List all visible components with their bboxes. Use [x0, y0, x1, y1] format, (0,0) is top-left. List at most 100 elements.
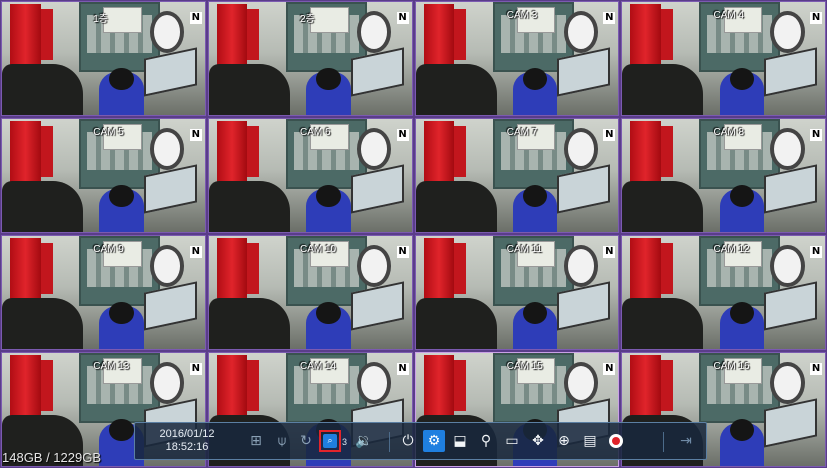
channel-count: 3: [342, 437, 348, 447]
logout-icon[interactable]: ⇥: [675, 430, 697, 452]
red-jacket: [630, 355, 661, 421]
n-badge: N: [810, 363, 822, 375]
red-jacket: [423, 121, 455, 187]
n-badge: N: [396, 246, 409, 258]
chair: [208, 181, 290, 232]
person-head: [729, 418, 755, 442]
record-icon: [609, 434, 623, 448]
wall-ring: [770, 11, 805, 53]
n-badge: N: [603, 129, 616, 141]
camera-tile[interactable]: CAM 4 N: [621, 1, 826, 116]
poster: [310, 6, 349, 34]
date-text: 2016/01/12: [159, 428, 215, 440]
chair: [208, 64, 290, 115]
red-jacket: [247, 8, 260, 60]
red-jacket: [216, 355, 248, 421]
red-jacket: [423, 355, 455, 421]
chair: [622, 64, 704, 115]
monitor-icon[interactable]: ▭: [501, 430, 523, 452]
network-icon[interactable]: ⊞: [245, 430, 267, 452]
person-head: [109, 67, 134, 91]
red-jacket: [10, 238, 41, 304]
person-head: [316, 67, 341, 91]
n-badge: N: [189, 246, 202, 258]
camera-tile[interactable]: 2층 N: [207, 1, 413, 116]
camera-grid: 1층 N 2층 N CAM 3 N CAM 4 N CAM 5 N CAM 6 N CAM 7 N CAM …: [0, 0, 827, 468]
red-jacket: [40, 242, 53, 294]
record-button[interactable]: [605, 430, 627, 452]
n-badge: N: [810, 12, 822, 24]
camera-label: CAM 16: [713, 361, 750, 372]
red-jacket: [454, 8, 467, 60]
n-badge: N: [189, 363, 202, 375]
search-channel-button[interactable]: ⌕: [319, 430, 341, 452]
camera-label: CAM 9: [93, 244, 124, 255]
wall-ring: [563, 362, 598, 404]
red-jacket: [630, 4, 661, 70]
date-time: 2016/01/12 18:52:16: [147, 428, 227, 454]
log-icon[interactable]: ▤: [579, 430, 601, 452]
red-jacket: [247, 359, 260, 411]
camera-label: CAM 8: [713, 127, 745, 138]
wall-ring: [770, 245, 805, 287]
n-badge: N: [810, 129, 822, 141]
gear-icon[interactable]: ⚙: [423, 430, 445, 452]
wall-ring: [563, 11, 598, 53]
zoom-icon[interactable]: ⊕: [553, 430, 575, 452]
red-jacket: [660, 125, 673, 177]
red-jacket: [247, 125, 260, 177]
backup-icon[interactable]: ⬓: [449, 430, 471, 452]
camera-label: CAM 11: [506, 244, 543, 255]
chair: [415, 181, 497, 232]
camera-label: 1층: [93, 14, 108, 25]
chair: [208, 298, 290, 349]
camera-tile[interactable]: CAM 10 N: [207, 235, 413, 350]
camera-tile[interactable]: CAM 11 N: [414, 235, 620, 350]
camera-tile[interactable]: CAM 8 N: [621, 118, 826, 233]
red-jacket: [10, 355, 41, 421]
toolbar-divider: [663, 432, 664, 452]
camera-tile[interactable]: 1층 N: [1, 1, 206, 116]
camera-tile[interactable]: CAM 6 N: [207, 118, 413, 233]
n-badge: N: [810, 246, 822, 258]
red-jacket: [423, 238, 455, 304]
wall-ring: [563, 245, 598, 287]
camera-label: CAM 3: [506, 10, 538, 21]
n-badge: N: [189, 129, 202, 141]
camera-label: CAM 15: [506, 361, 543, 372]
red-jacket: [423, 4, 455, 70]
n-badge: N: [396, 363, 409, 375]
person-head: [316, 301, 341, 325]
camera-label: CAM 10: [299, 244, 337, 255]
camera-tile[interactable]: CAM 3 N: [414, 1, 620, 116]
sync-icon[interactable]: ↻: [295, 430, 317, 452]
usb-icon[interactable]: ⍦: [271, 430, 293, 452]
camera-label: CAM 12: [713, 244, 750, 255]
wall-ring: [770, 128, 805, 170]
red-jacket: [10, 4, 41, 70]
red-jacket: [40, 125, 53, 177]
power-icon[interactable]: ⏻: [397, 430, 419, 452]
n-badge: N: [189, 12, 202, 24]
red-jacket: [40, 8, 53, 60]
camera-tile[interactable]: CAM 9 N: [1, 235, 206, 350]
wall-ring: [356, 128, 392, 170]
ptz-icon[interactable]: ✥: [527, 430, 549, 452]
n-badge: N: [603, 246, 616, 258]
wall-ring: [356, 362, 392, 404]
wall-ring: [356, 245, 392, 287]
red-jacket: [216, 4, 248, 70]
poster: [103, 6, 142, 34]
red-jacket: [10, 121, 41, 187]
camera-tile[interactable]: CAM 5 N: [1, 118, 206, 233]
camera-tile[interactable]: CAM 12 N: [621, 235, 826, 350]
red-jacket: [630, 238, 661, 304]
search-icon[interactable]: ⚲: [475, 430, 497, 452]
chair: [2, 64, 84, 115]
person-head: [729, 184, 755, 208]
red-jacket: [216, 121, 248, 187]
red-jacket: [660, 8, 673, 60]
person-head: [109, 418, 134, 442]
speaker-icon[interactable]: 🔉: [353, 430, 375, 452]
camera-tile[interactable]: CAM 7 N: [414, 118, 620, 233]
